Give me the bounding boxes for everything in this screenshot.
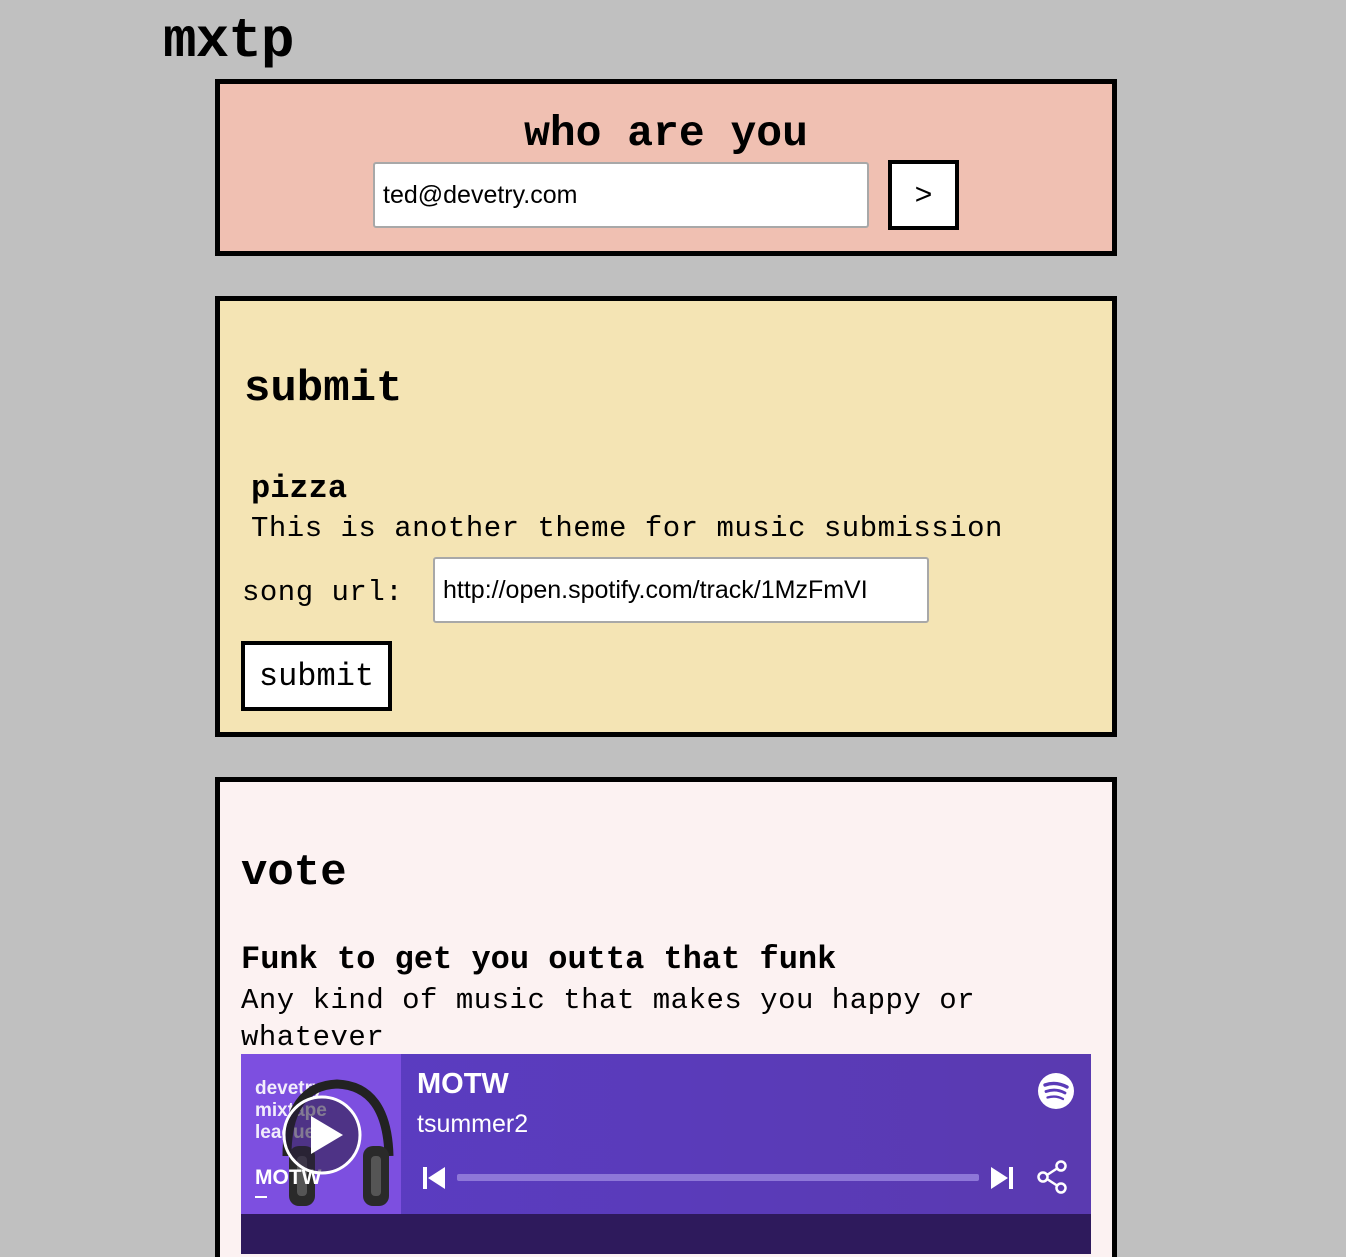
- submit-button[interactable]: submit: [241, 641, 392, 711]
- song-url-label: song url:: [242, 576, 404, 609]
- vote-theme-description: Any kind of music that makes you happy o…: [241, 984, 976, 1054]
- who-are-you-panel: who are you ted@devetry.com >: [215, 79, 1117, 256]
- cover-divider: [255, 1196, 267, 1198]
- submit-theme-description: This is another theme for music submissi…: [251, 512, 1003, 545]
- next-track-icon[interactable]: [991, 1166, 1013, 1190]
- play-icon[interactable]: [281, 1094, 363, 1176]
- go-button[interactable]: >: [888, 160, 959, 230]
- vote-theme-name: Funk to get you outta that funk: [241, 941, 837, 978]
- previous-track-icon[interactable]: [423, 1166, 445, 1190]
- player-footer: [241, 1214, 1091, 1254]
- submit-panel: submit pizza This is another theme for m…: [215, 296, 1117, 737]
- spotify-icon[interactable]: [1037, 1072, 1075, 1110]
- progress-bar[interactable]: [457, 1174, 979, 1181]
- song-url-input[interactable]: http://open.spotify.com/track/1MzFmVI: [433, 557, 929, 623]
- submit-theme-name: pizza: [251, 470, 348, 507]
- vote-section-title: vote: [241, 848, 347, 898]
- email-input[interactable]: ted@devetry.com: [373, 162, 869, 228]
- track-title: MOTW: [417, 1068, 509, 1100]
- submit-section-title: submit: [244, 364, 403, 414]
- app-logo: mxtp: [163, 9, 294, 73]
- vote-panel: vote Funk to get you outta that funk Any…: [215, 777, 1117, 1257]
- who-are-you-title: who are you: [524, 109, 808, 158]
- share-icon[interactable]: [1037, 1160, 1069, 1194]
- track-artist[interactable]: tsummer2: [417, 1110, 528, 1139]
- album-cover: devetry mixtape league MOTW: [241, 1054, 401, 1214]
- spotify-player: devetry mixtape league MOTW MOTW tsummer…: [241, 1054, 1091, 1254]
